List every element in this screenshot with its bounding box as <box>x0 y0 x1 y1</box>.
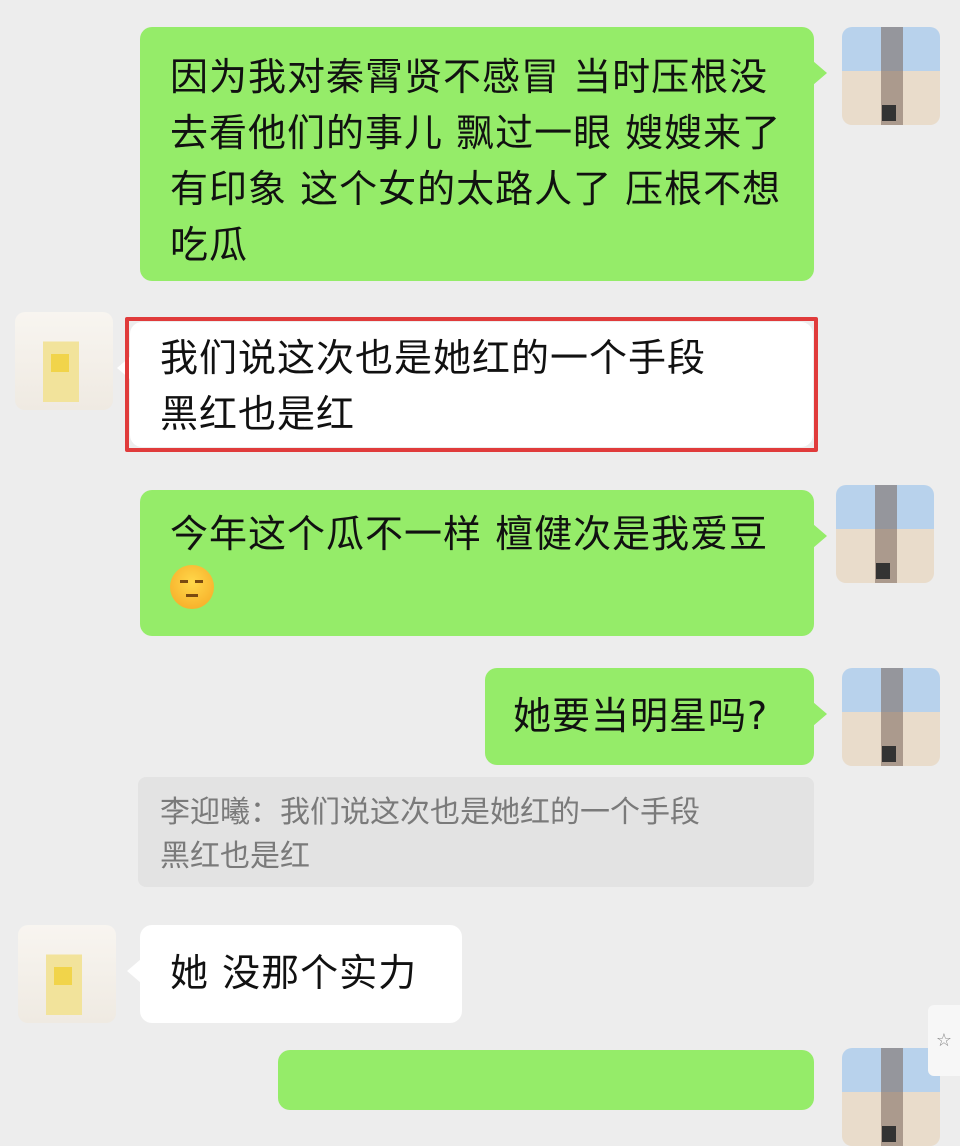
contact-avatar[interactable] <box>18 925 116 1023</box>
highlight-annotation-box <box>125 317 818 452</box>
my-avatar[interactable] <box>842 668 940 766</box>
quoted-message[interactable]: 李迎曦：我们说这次也是她红的一个手段 黑红也是红 <box>138 777 814 887</box>
my-avatar[interactable] <box>836 485 934 583</box>
sent-message-bubble-partial[interactable] <box>278 1050 814 1110</box>
contact-avatar[interactable] <box>15 312 113 410</box>
quote-line: 李迎曦：我们说这次也是她红的一个手段 <box>160 795 700 830</box>
message-text: 今年这个瓜不一样 檀健次是我爱豆 <box>170 512 769 556</box>
received-message-bubble[interactable]: 她 没那个实力 <box>127 925 462 1023</box>
my-avatar[interactable] <box>842 27 940 125</box>
sent-message-bubble[interactable]: 她要当明星吗? <box>485 668 827 765</box>
unamused-face-emoji-icon <box>170 565 214 609</box>
my-avatar[interactable] <box>842 1048 940 1146</box>
star-icon[interactable]: ☆ <box>928 1005 960 1076</box>
message-text: 她要当明星吗? <box>513 694 769 738</box>
sent-message-bubble[interactable]: 今年这个瓜不一样 檀健次是我爱豆 <box>140 490 827 636</box>
quote-line: 黑红也是红 <box>160 839 310 874</box>
sent-message-bubble[interactable]: 因为我对秦霄贤不感冒 当时压根没去看他们的事儿 飘过一眼 嫂嫂来了 有印象 这个… <box>140 27 827 281</box>
message-text: 她 没那个实力 <box>170 951 418 995</box>
message-text: 因为我对秦霄贤不感冒 当时压根没去看他们的事儿 飘过一眼 嫂嫂来了 有印象 这个… <box>170 55 782 267</box>
